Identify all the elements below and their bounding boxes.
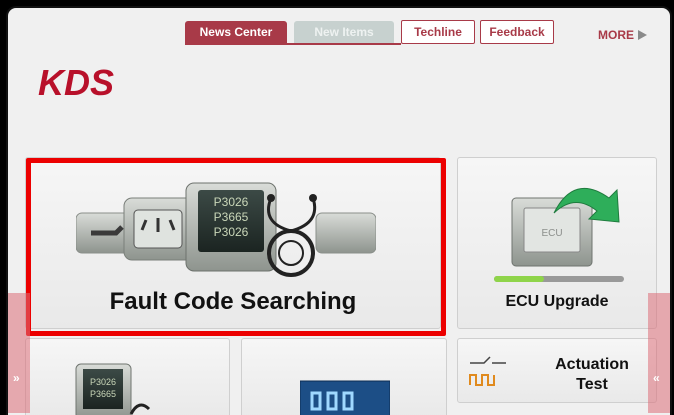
tab-techline[interactable]: Techline xyxy=(401,20,475,44)
svg-text:P3026: P3026 xyxy=(90,377,116,387)
kds-logo: KDS xyxy=(38,63,114,103)
bottom-left-card[interactable]: P3026 P3665 xyxy=(25,338,230,415)
svg-text:P3665: P3665 xyxy=(90,389,116,399)
play-arrow-icon xyxy=(638,30,647,40)
actuation-label-line2: Test xyxy=(576,376,608,393)
tab-feedback[interactable]: Feedback xyxy=(480,20,554,44)
svg-text:ECU: ECU xyxy=(541,228,562,239)
svg-text:KDS: KDS xyxy=(38,63,114,103)
tab-news-center[interactable]: News Center xyxy=(185,21,287,43)
scroll-right-button[interactable]: « xyxy=(648,293,670,413)
scroll-left-button[interactable]: » xyxy=(8,293,30,413)
fault-code-module-icon: P3026 P3665 xyxy=(75,363,151,415)
ecu-module-icon: ECU xyxy=(494,188,624,282)
ecu-upgrade-card[interactable]: ECU ECU Upgrade xyxy=(457,157,657,329)
more-button[interactable]: MORE xyxy=(598,28,647,42)
tab-new-items[interactable]: New Items xyxy=(294,21,394,43)
ecu-upgrade-label: ECU Upgrade xyxy=(505,293,609,310)
double-chevron-left-icon: « xyxy=(653,371,660,385)
selection-highlight xyxy=(26,158,446,336)
actuation-test-label: Actuation Test xyxy=(528,355,656,395)
actuation-test-card[interactable]: Actuation Test xyxy=(457,338,657,403)
actuation-label-line1: Actuation xyxy=(555,356,629,373)
tab-underline xyxy=(185,43,401,45)
bottom-middle-card[interactable] xyxy=(241,338,447,415)
monitor-display-icon xyxy=(300,380,390,415)
app-screen: News Center New Items Techline Feedback … xyxy=(6,6,672,415)
actuation-signal-icon xyxy=(469,356,506,386)
more-label: MORE xyxy=(598,28,634,42)
double-chevron-right-icon: » xyxy=(13,371,20,385)
